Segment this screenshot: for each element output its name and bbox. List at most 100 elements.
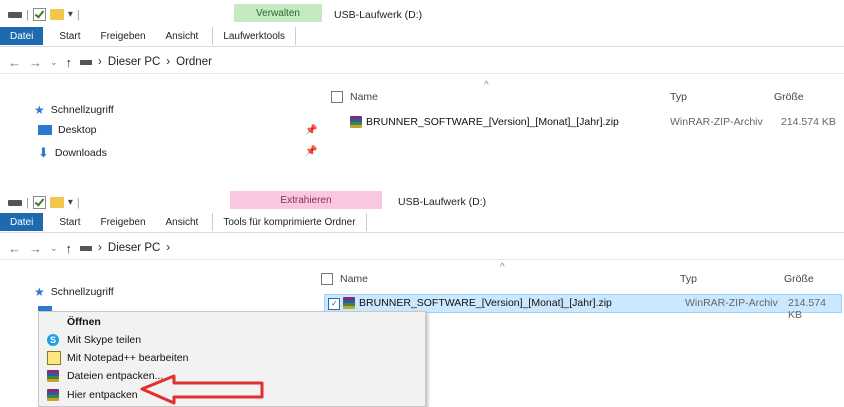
file-size: 214.574 KB xyxy=(781,116,836,128)
menu-item-label: Mit Skype teilen xyxy=(67,334,142,346)
tab-share[interactable]: Freigeben xyxy=(90,213,155,231)
sort-indicator-icon: ^ xyxy=(500,262,505,273)
menu-item-open[interactable]: Öffnen xyxy=(39,313,425,331)
quick-access-toolbar: | ▾ | xyxy=(8,196,80,209)
column-header-type[interactable]: Typ xyxy=(670,91,687,103)
drive-icon xyxy=(80,245,93,251)
properties-icon[interactable] xyxy=(32,8,46,21)
recent-locations-icon[interactable]: ⌄ xyxy=(50,57,58,68)
file-size: 214.574 KB xyxy=(788,297,826,321)
desktop-icon xyxy=(38,125,52,135)
up-arrow-icon[interactable]: ↑ xyxy=(66,241,73,256)
file-type: WinRAR-ZIP-Archiv xyxy=(685,297,778,309)
new-folder-icon[interactable] xyxy=(49,9,64,20)
navbar-divider xyxy=(0,259,844,260)
star-icon: ★ xyxy=(34,103,45,117)
select-all-checkbox[interactable] xyxy=(321,273,333,285)
ribbon-divider xyxy=(0,46,844,47)
row-checkbox[interactable]: ✓ xyxy=(328,298,340,310)
download-icon: ⬇ xyxy=(38,145,49,160)
window-title: USB-Laufwerk (D:) xyxy=(398,196,487,208)
menu-item-edit-notepad[interactable]: Mit Notepad++ bearbeiten xyxy=(39,349,425,367)
breadcrumb-item[interactable]: Ordner xyxy=(176,56,212,68)
menu-item-share-skype[interactable]: S Mit Skype teilen xyxy=(39,331,425,349)
winrar-icon xyxy=(47,389,59,401)
menu-item-label: Öffnen xyxy=(67,316,101,328)
recent-locations-icon[interactable]: ⌄ xyxy=(50,243,58,254)
annotation-arrow-icon xyxy=(140,374,264,405)
context-header-manage: Verwalten xyxy=(234,4,322,22)
file-type: WinRAR-ZIP-Archiv xyxy=(670,116,763,128)
nav-quick-access[interactable]: ★ Schnellzugriff xyxy=(34,285,114,299)
tab-start[interactable]: Start xyxy=(49,213,90,231)
back-arrow-icon[interactable]: ← xyxy=(8,241,21,256)
customize-qat-icon[interactable]: ▾ xyxy=(68,9,73,20)
forward-arrow-icon[interactable]: → xyxy=(29,241,42,256)
winrar-icon xyxy=(47,370,59,382)
tab-file[interactable]: Datei xyxy=(0,213,44,231)
file-name: BRUNNER_SOFTWARE_[Version]_[Monat]_[Jahr… xyxy=(366,116,619,128)
file-row[interactable]: BRUNNER_SOFTWARE_[Version]_[Monat]_[Jahr… xyxy=(348,114,838,130)
select-all-checkbox[interactable] xyxy=(331,91,343,103)
context-header-extract: Extrahieren xyxy=(230,191,382,209)
sort-indicator-icon: ^ xyxy=(484,80,489,91)
separator: | xyxy=(76,196,80,209)
star-icon: ★ xyxy=(34,285,45,299)
separator: | xyxy=(26,8,29,21)
new-folder-icon[interactable] xyxy=(49,197,64,208)
tab-start[interactable]: Start xyxy=(49,27,90,45)
navigation-bar: ← → ⌄ ↑ › Dieser PC › Ordner xyxy=(0,51,844,73)
back-arrow-icon[interactable]: ← xyxy=(8,55,21,70)
breadcrumb-item[interactable]: Dieser PC xyxy=(108,242,160,254)
menu-item-label: Hier entpacken xyxy=(67,389,138,401)
column-header-name[interactable]: Name xyxy=(350,91,378,103)
nav-label: Schnellzugriff xyxy=(50,286,114,298)
nav-label: Downloads xyxy=(54,147,107,159)
breadcrumb-separator: › xyxy=(166,56,171,68)
address-bar[interactable]: › Dieser PC › Ordner xyxy=(80,56,212,68)
tab-view[interactable]: Ansicht xyxy=(156,27,209,45)
tab-file[interactable]: Datei xyxy=(0,27,44,45)
nav-quick-access[interactable]: ★ Schnellzugriff xyxy=(34,103,114,117)
properties-icon[interactable] xyxy=(32,196,46,209)
column-header-name[interactable]: Name xyxy=(340,273,368,285)
nav-label: Schnellzugriff xyxy=(50,104,114,116)
pin-icon[interactable]: 📌 xyxy=(305,146,317,157)
breadcrumb-item[interactable]: Dieser PC xyxy=(108,56,160,68)
forward-arrow-icon[interactable]: → xyxy=(29,55,42,70)
up-arrow-icon[interactable]: ↑ xyxy=(66,55,73,70)
customize-qat-icon[interactable]: ▾ xyxy=(68,197,73,208)
separator: | xyxy=(76,8,80,21)
menu-item-label: Mit Notepad++ bearbeiten xyxy=(67,352,189,364)
drive-icon[interactable] xyxy=(8,199,22,206)
winrar-icon xyxy=(350,116,362,128)
separator: | xyxy=(26,196,29,209)
pin-icon[interactable]: 📌 xyxy=(305,125,317,136)
breadcrumb-separator: › xyxy=(166,242,171,254)
window-title: USB-Laufwerk (D:) xyxy=(334,9,423,21)
nav-downloads[interactable]: ⬇ Downloads xyxy=(38,145,107,161)
navigation-bar: ← → ⌄ ↑ › Dieser PC › xyxy=(0,237,844,259)
nav-label: Desktop xyxy=(58,124,97,136)
notepad-icon xyxy=(47,351,61,365)
drive-icon[interactable] xyxy=(8,11,22,18)
ribbon-tabs: Datei Start Freigeben Ansicht Tools für … xyxy=(0,213,367,231)
winrar-icon xyxy=(343,297,355,309)
navbar-divider xyxy=(0,73,844,74)
address-bar[interactable]: › Dieser PC › xyxy=(80,242,170,254)
file-name: BRUNNER_SOFTWARE_[Version]_[Monat]_[Jahr… xyxy=(359,297,612,309)
tab-drive-tools[interactable]: Laufwerktools xyxy=(212,27,297,45)
column-header-type[interactable]: Typ xyxy=(680,273,697,285)
quick-access-toolbar: | ▾ | xyxy=(8,8,80,21)
ribbon-divider xyxy=(0,232,844,233)
tab-share[interactable]: Freigeben xyxy=(90,27,155,45)
column-header-size[interactable]: Größe xyxy=(774,91,804,103)
tab-compressed-folder-tools[interactable]: Tools für komprimierte Ordner xyxy=(212,213,367,231)
tab-view[interactable]: Ansicht xyxy=(156,213,209,231)
nav-desktop[interactable]: Desktop xyxy=(38,124,97,136)
skype-icon: S xyxy=(47,334,59,346)
breadcrumb-separator: › xyxy=(98,56,102,68)
ribbon-tabs: Datei Start Freigeben Ansicht Laufwerkto… xyxy=(0,27,297,45)
explorer-window-top: | ▾ | Verwalten USB-Laufwerk (D:) Datei … xyxy=(0,0,844,172)
column-header-size[interactable]: Größe xyxy=(784,273,814,285)
